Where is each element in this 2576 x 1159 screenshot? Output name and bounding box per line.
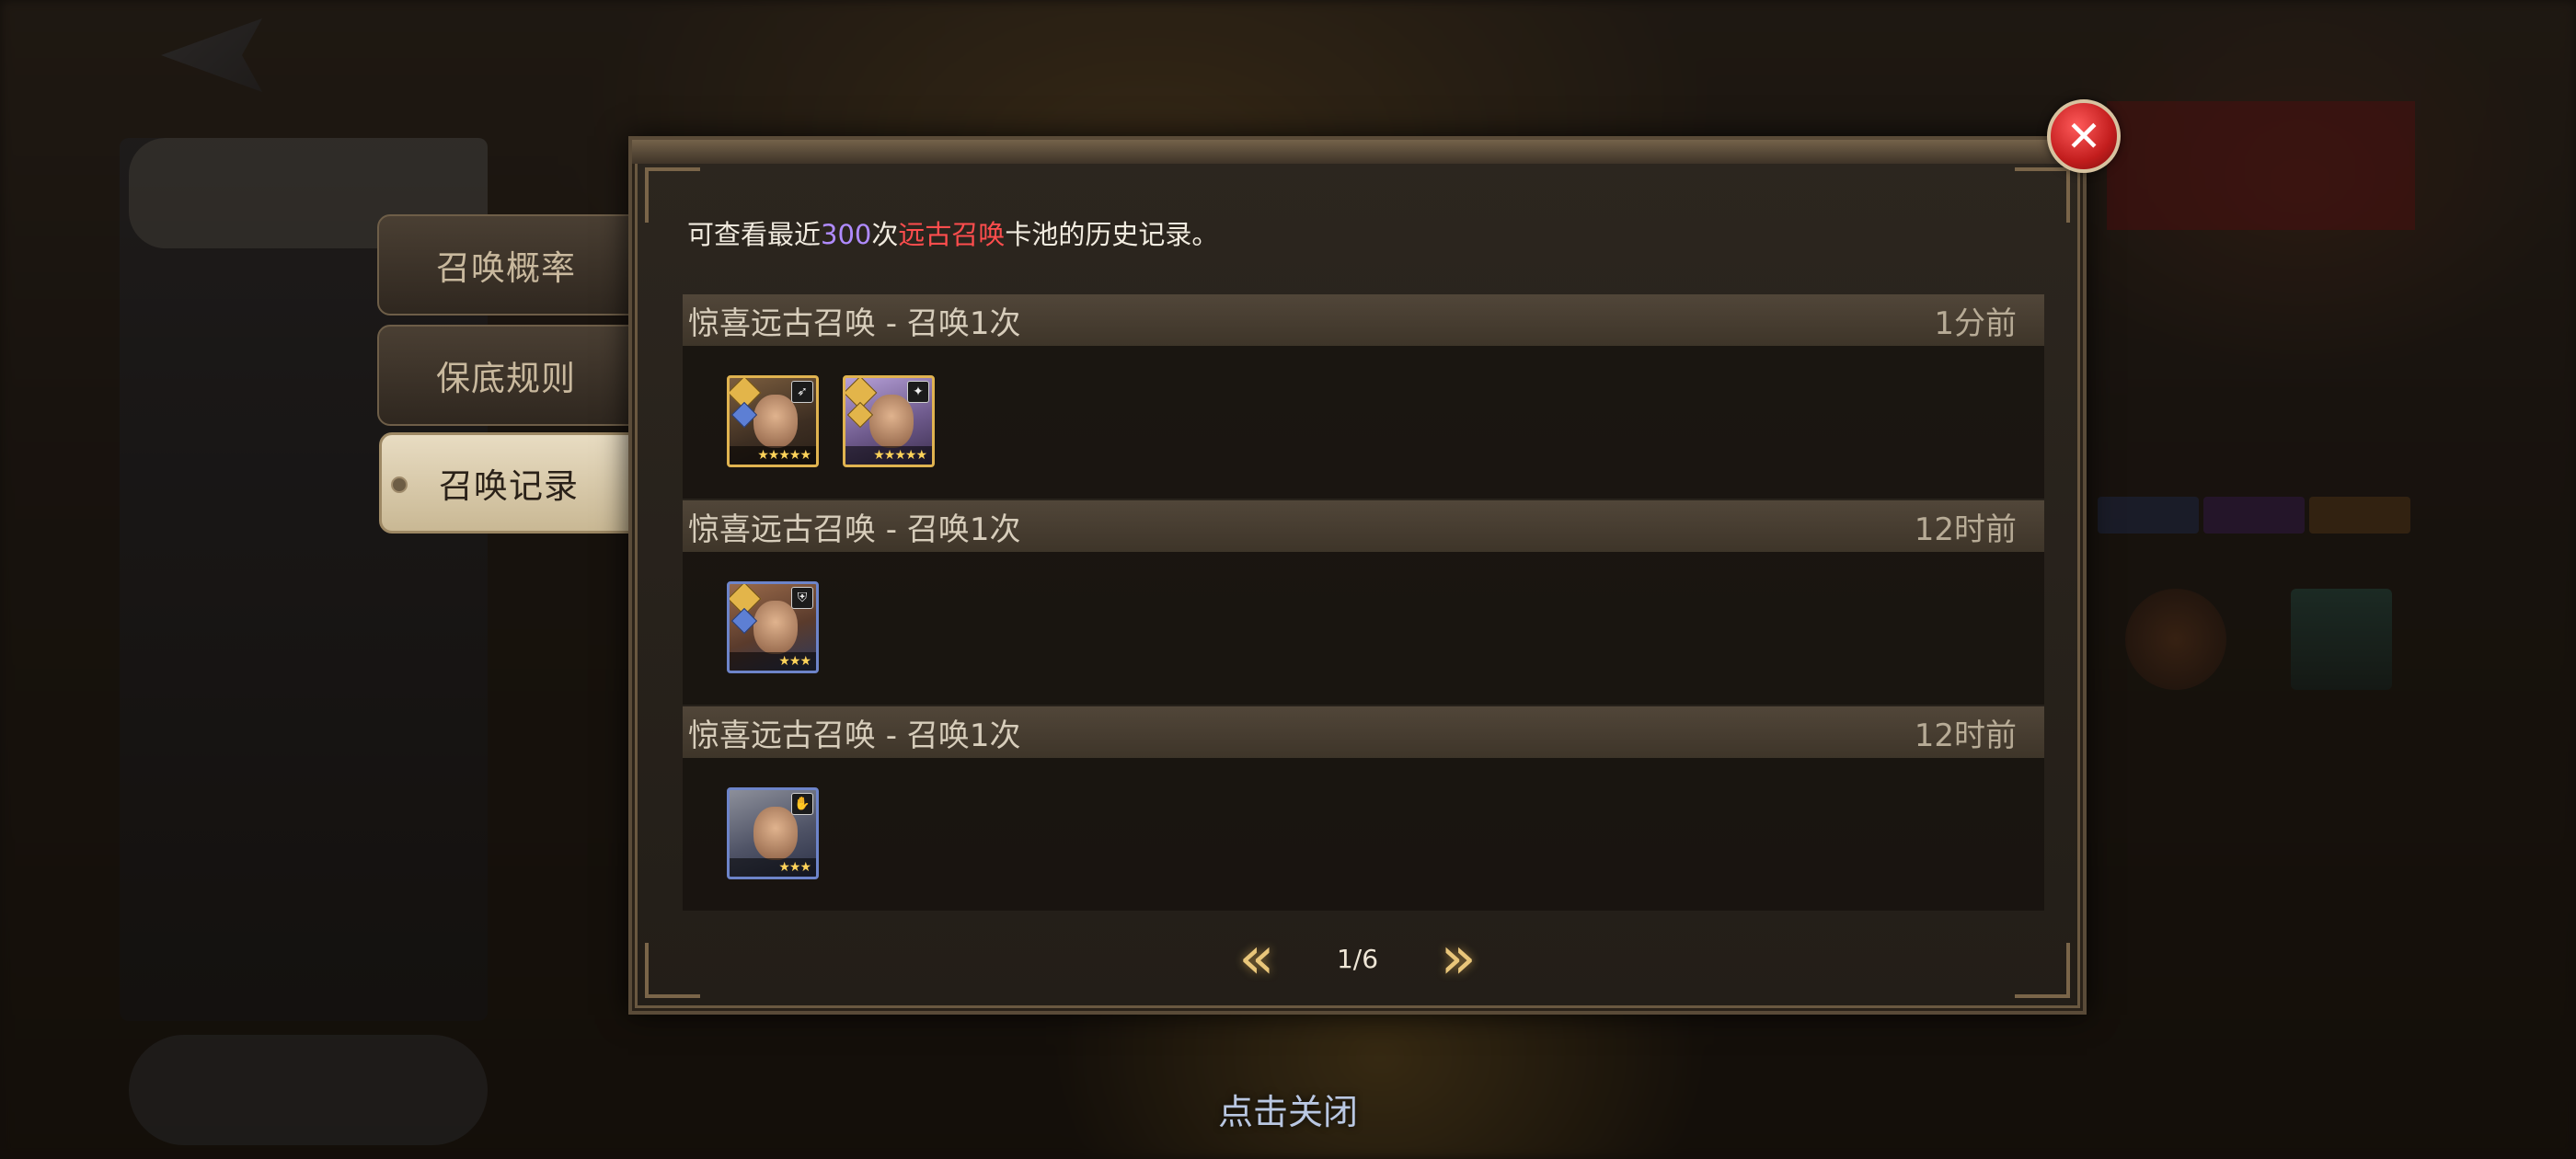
pagination: « 1/6 » (632, 922, 2083, 995)
hero-stars: ★★★ (730, 858, 816, 877)
history-record: 惊喜远古召唤 - 召唤1次 12时前 ✋ ★★★ (683, 706, 2044, 911)
hero-stars: ★★★★★ (730, 446, 816, 465)
tab-summon-rates[interactable]: 召唤概率 (377, 214, 635, 316)
summon-history-dialog: 可查看最近300次远古召唤卡池的历史记录。 惊喜远古召唤 - 召唤1次 1分前 … (628, 136, 2087, 1015)
selected-indicator-icon (391, 476, 408, 493)
hero-portrait (869, 395, 914, 448)
record-header: 惊喜远古召唤 - 召唤1次 1分前 (683, 294, 2044, 346)
tab-label: 召唤记录 (439, 466, 579, 506)
dialog-top-trim (632, 140, 2083, 164)
hero-stars: ★★★ (730, 652, 816, 671)
record-hero-list: ✋ ★★★ (727, 787, 819, 879)
history-record: 惊喜远古召唤 - 召唤1次 1分前 ➶ ★★★★★ ✦ ★★★★★ (683, 294, 2044, 499)
info-prefix: 可查看最近 (687, 219, 822, 250)
hero-portrait (753, 601, 798, 654)
corner-ornament (2015, 167, 2070, 223)
double-chevron-right-icon[interactable]: » (1441, 929, 1477, 988)
info-mid: 次 (871, 219, 899, 250)
hero-stars: ★★★★★ (845, 446, 932, 465)
double-chevron-left-icon[interactable]: « (1238, 929, 1274, 988)
record-time: 1分前 (1934, 304, 2017, 342)
info-pool-name: 远古召唤 (898, 219, 1006, 250)
hero-card[interactable]: ⛨ ★★★ (727, 581, 819, 673)
record-title: 惊喜远古召唤 - 召唤1次 (688, 511, 1021, 548)
hero-card[interactable]: ✦ ★★★★★ (843, 375, 935, 467)
close-icon[interactable]: ✕ (2047, 99, 2121, 173)
tab-summon-history[interactable]: 召唤记录 (379, 432, 638, 534)
record-title: 惊喜远古召唤 - 召唤1次 (688, 304, 1021, 342)
hero-card[interactable]: ✋ ★★★ (727, 787, 819, 879)
bow-icon: ➶ (791, 381, 813, 403)
history-record: 惊喜远古召唤 - 召唤1次 12时前 ⛨ ★★★ (683, 500, 2044, 705)
hands-icon: ✋ (791, 793, 813, 815)
tab-label: 保底规则 (436, 359, 576, 398)
tab-label: 召唤概率 (436, 248, 576, 288)
record-header: 惊喜远古召唤 - 召唤1次 12时前 (683, 706, 2044, 758)
record-time: 12时前 (1914, 511, 2017, 548)
page-indicator: 1/6 (1336, 943, 1379, 974)
tap-to-close-button[interactable]: 点击关闭 (1196, 1081, 1380, 1136)
info-count: 300 (821, 219, 872, 250)
hero-card[interactable]: ➶ ★★★★★ (727, 375, 819, 467)
hero-portrait (753, 395, 798, 448)
hero-portrait (753, 807, 798, 860)
record-time: 12时前 (1914, 717, 2017, 754)
record-header: 惊喜远古召唤 - 召唤1次 12时前 (683, 500, 2044, 552)
shield-icon: ⛨ (791, 587, 813, 609)
record-hero-list: ⛨ ★★★ (727, 581, 819, 673)
staff-icon: ✦ (907, 381, 929, 403)
info-suffix: 卡池的历史记录。 (1005, 219, 1219, 250)
record-hero-list: ➶ ★★★★★ ✦ ★★★★★ (727, 375, 935, 467)
tab-pity-rules[interactable]: 保底规则 (377, 325, 635, 426)
record-title: 惊喜远古召唤 - 召唤1次 (688, 717, 1021, 754)
history-info-text: 可查看最近300次远古召唤卡池的历史记录。 (687, 213, 1218, 252)
